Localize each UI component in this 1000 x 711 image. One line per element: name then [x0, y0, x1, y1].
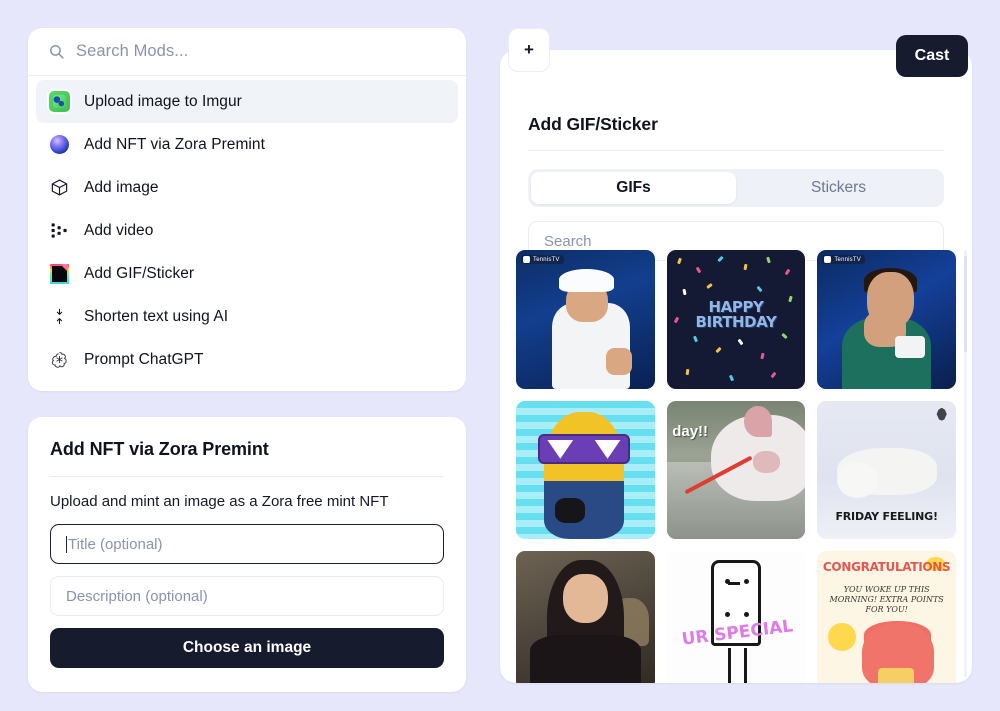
nft-card-title: Add NFT via Zora Premint [50, 439, 269, 459]
left-column: Search Mods... Upload image to Imgur Add… [28, 28, 466, 692]
gif-caption-secondary: YOU WOKE UP THIS MORNING! EXTRA POINTS F… [829, 584, 944, 614]
gif-result[interactable]: HAPPY BIRTHDAY [666, 250, 806, 389]
gif-grid-scrollbar-thumb[interactable] [964, 256, 967, 352]
mods-search-input[interactable]: Search Mods... [76, 42, 188, 61]
text-caret [66, 535, 67, 553]
mod-item-add-image[interactable]: Add image [36, 166, 458, 209]
tennistv-watermark: TennisTV [822, 255, 865, 264]
gif-results-grid: TennisTV HAPPY BIRTHDAY TennisTV day!! F… [516, 250, 956, 683]
mod-item-label: Add video [84, 221, 154, 239]
nft-description-placeholder: Description (optional) [66, 587, 208, 605]
mods-card: Search Mods... Upload image to Imgur Add… [28, 28, 466, 391]
gif-sticker-tabs: GIFs Stickers [528, 169, 944, 207]
gif-result[interactable] [516, 400, 655, 540]
zora-sphere-icon [48, 134, 70, 156]
mod-item-label: Add NFT via Zora Premint [84, 135, 265, 153]
gif-results-grid-wrapper[interactable]: TennisTV HAPPY BIRTHDAY TennisTV day!! F… [500, 250, 972, 683]
gif-search-placeholder: Search [544, 232, 592, 250]
nft-title-input[interactable]: Title (optional) [50, 524, 444, 564]
choose-an-image-button[interactable]: Choose an image [50, 628, 444, 668]
gif-caption: FRIDAY FEELING! [835, 509, 938, 523]
right-column: + Cast Add GIF/Sticker GIFs Stickers Sea… [500, 28, 972, 683]
gif-icon [48, 263, 70, 285]
cube-icon [48, 177, 70, 199]
gif-panel-title: Add GIF/Sticker [528, 114, 658, 134]
gif-result[interactable]: CONGRATULATIONS YOU WOKE UP THIS MORNING… [817, 551, 956, 683]
imgur-icon [48, 91, 70, 113]
nft-card-description: Upload and mint an image as a Zora free … [50, 493, 389, 510]
mod-item-shorten-text-using-ai[interactable]: Shorten text using AI [36, 295, 458, 338]
wwf-watermark-icon [936, 407, 947, 421]
tab-gifs[interactable]: GIFs [531, 172, 736, 204]
mod-item-label: Prompt ChatGPT [84, 350, 204, 368]
divider [50, 476, 444, 477]
gif-result[interactable]: day!! [666, 400, 806, 540]
mod-item-label: Add GIF/Sticker [84, 264, 195, 282]
gif-result[interactable]: TennisTV [817, 250, 956, 389]
mod-item-label: Add image [84, 178, 159, 196]
nft-card: Add NFT via Zora Premint Upload and mint… [28, 417, 466, 692]
collapse-arrows-icon [48, 306, 70, 328]
gif-caption: day!! [672, 422, 709, 440]
gif-result[interactable]: FRIDAY FEELING! [817, 400, 956, 540]
mod-item-upload-image-to-imgur[interactable]: Upload image to Imgur [36, 80, 458, 123]
mod-item-prompt-chatgpt[interactable]: Prompt ChatGPT [36, 338, 458, 381]
gif-caption: HAPPY BIRTHDAY [695, 297, 777, 331]
mods-list: Upload image to Imgur Add NFT via Zora P… [28, 76, 466, 391]
dots-grid-icon [48, 220, 70, 242]
mod-item-label: Upload image to Imgur [84, 92, 242, 110]
gif-result[interactable]: TennisTV [516, 250, 655, 389]
mods-search-row[interactable]: Search Mods... [28, 28, 466, 76]
gif-result[interactable] [516, 551, 655, 683]
divider [528, 150, 944, 151]
openai-icon [48, 349, 70, 371]
nft-description-input[interactable]: Description (optional) [50, 576, 444, 616]
mod-item-add-gif-sticker[interactable]: Add GIF/Sticker [36, 252, 458, 295]
gif-caption: CONGRATULATIONS [822, 559, 951, 574]
tab-stickers[interactable]: Stickers [736, 172, 941, 204]
add-attachment-button[interactable]: + [508, 28, 550, 72]
nft-title-placeholder: Title (optional) [68, 535, 163, 553]
gif-result[interactable]: UR SPECIAL [666, 551, 806, 683]
tennistv-watermark: TennisTV [521, 255, 564, 264]
mod-item-add-nft-via-zora-premint[interactable]: Add NFT via Zora Premint [36, 123, 458, 166]
mod-item-label: Shorten text using AI [84, 307, 229, 325]
search-icon [48, 43, 65, 60]
mod-item-add-video[interactable]: Add video [36, 209, 458, 252]
app-root: Search Mods... Upload image to Imgur Add… [0, 0, 1000, 711]
composer-shell: Add GIF/Sticker GIFs Stickers Search Ten… [500, 50, 972, 683]
cast-button[interactable]: Cast [896, 35, 968, 77]
